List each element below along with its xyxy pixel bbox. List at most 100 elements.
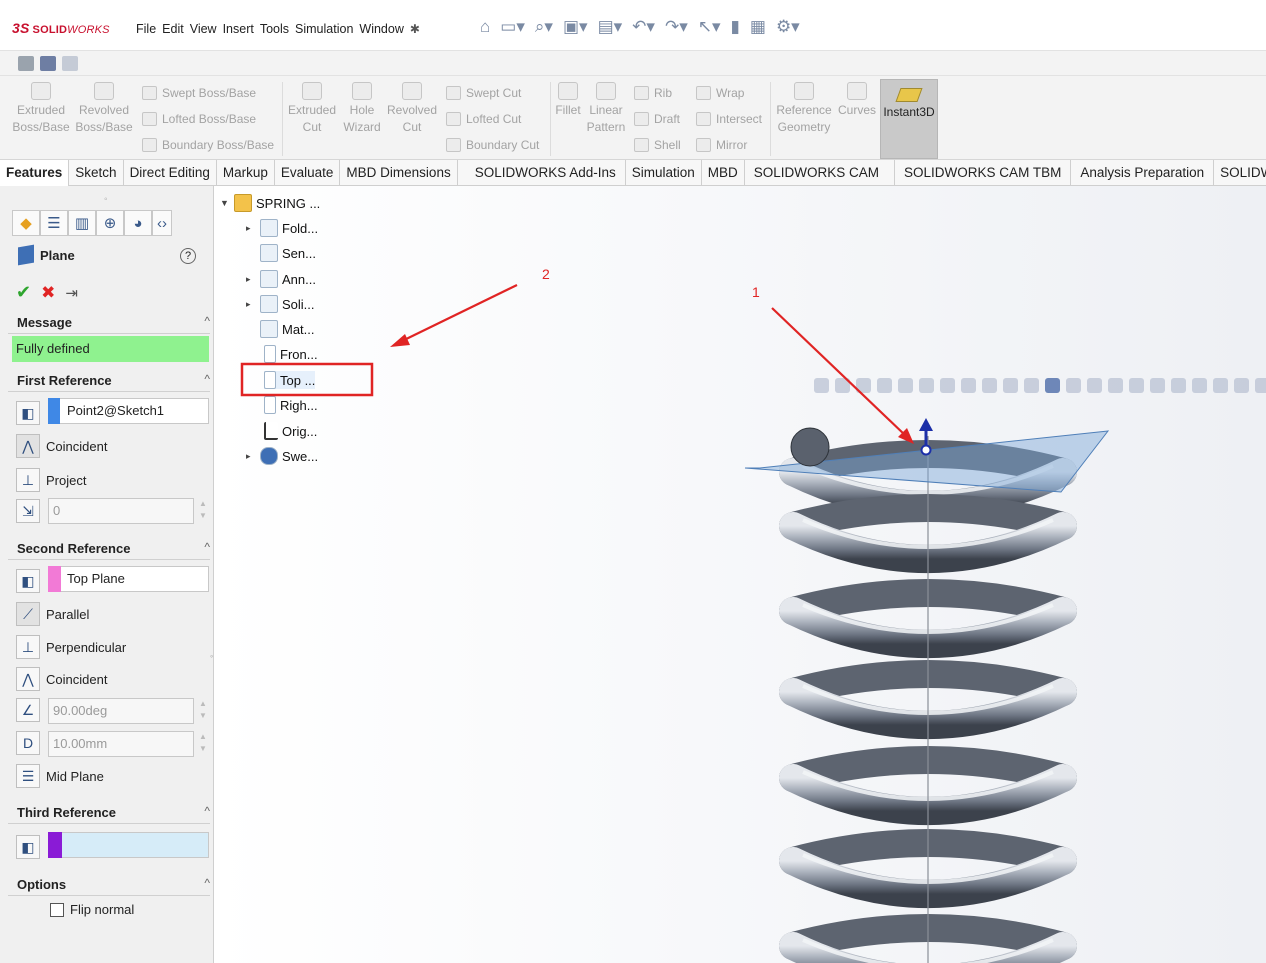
- rebuild-icon[interactable]: ▮: [731, 17, 740, 37]
- triad-move-icon[interactable]: [1045, 378, 1060, 393]
- perspective-icon[interactable]: [1171, 378, 1186, 393]
- extruded-boss-button[interactable]: Extruded Boss/Base: [12, 82, 70, 136]
- tree-item-front-plane[interactable]: Fron...: [264, 345, 318, 363]
- shell-button[interactable]: Shell: [634, 138, 681, 152]
- spring-model[interactable]: [214, 186, 1266, 963]
- first-offset-field[interactable]: 0: [48, 498, 194, 524]
- boundary-cut-button[interactable]: Boundary Cut: [446, 138, 539, 152]
- tab-sketch[interactable]: Sketch: [69, 160, 124, 186]
- menu-view[interactable]: View: [190, 22, 217, 36]
- linear-pattern-button[interactable]: Linear Pattern: [584, 82, 628, 136]
- tab-solidworks-add-ins[interactable]: SOLIDWORKS Add-Ins: [458, 160, 626, 186]
- menu-window[interactable]: Window: [359, 22, 403, 36]
- tree-item-folder[interactable]: ▸ Fold...: [246, 219, 318, 237]
- third-reference-header[interactable]: Third Reference ^: [8, 802, 210, 824]
- spin-arrows-icon[interactable]: ▲ ▼: [198, 498, 208, 524]
- view-orientation-icon[interactable]: [919, 378, 934, 393]
- zoom-area-icon[interactable]: [835, 378, 850, 393]
- collapse-icon[interactable]: ▼: [220, 198, 230, 208]
- menu-edit[interactable]: Edit: [162, 22, 184, 36]
- zoom-out-icon[interactable]: [1255, 378, 1266, 393]
- tab-evaluate[interactable]: Evaluate: [275, 160, 341, 186]
- project-option[interactable]: ⊥ Project: [16, 468, 86, 492]
- rotate-view-icon[interactable]: [1066, 378, 1081, 393]
- expand-icon[interactable]: ▸: [246, 299, 256, 310]
- apply-scene-icon[interactable]: [1003, 378, 1018, 393]
- expand-icon[interactable]: ▸: [246, 451, 256, 462]
- help-icon[interactable]: ?: [180, 248, 196, 264]
- revolved-cut-button[interactable]: Revolved Cut: [386, 82, 438, 136]
- tree-item-right-plane[interactable]: Righ...: [264, 396, 318, 414]
- instant3d-button[interactable]: Instant3D: [880, 79, 938, 159]
- section-view-icon[interactable]: [877, 378, 892, 393]
- hole-wizard-button[interactable]: Hole Wizard: [340, 82, 384, 136]
- second-reference-header[interactable]: Second Reference ^: [8, 538, 210, 560]
- reference-geometry-button[interactable]: Reference Geometry: [773, 82, 835, 136]
- collapse-caret-icon[interactable]: ^: [204, 314, 210, 328]
- shadows-icon[interactable]: [1129, 378, 1144, 393]
- new-document-icon[interactable]: ▭▾: [500, 17, 525, 37]
- select-icon[interactable]: ↖▾: [698, 17, 721, 37]
- extruded-cut-button[interactable]: Extruded Cut: [286, 82, 338, 136]
- menu-insert[interactable]: Insert: [223, 22, 254, 36]
- tree-item-sensors[interactable]: Sen...: [260, 244, 316, 262]
- swept-cut-button[interactable]: Swept Cut: [446, 86, 521, 100]
- dynamic-annotation-icon[interactable]: [898, 378, 913, 393]
- wrap-button[interactable]: Wrap: [696, 86, 744, 100]
- coincident-option[interactable]: ⋀ Coincident: [16, 434, 107, 458]
- menu-tools[interactable]: Tools: [260, 22, 289, 36]
- tree-item-top-plane[interactable]: Top ...: [264, 371, 316, 389]
- screen-capture-icon[interactable]: [40, 56, 56, 71]
- intersect-button[interactable]: Intersect: [696, 112, 762, 126]
- mid-plane-option[interactable]: ☰ Mid Plane: [16, 764, 104, 788]
- lofted-boss-button[interactable]: Lofted Boss/Base: [142, 112, 256, 126]
- first-reference-header[interactable]: First Reference ^: [8, 370, 210, 392]
- spin-arrows-icon[interactable]: ▲ ▼: [198, 731, 208, 757]
- expand-icon[interactable]: ▸: [246, 274, 256, 285]
- pin-menu-icon[interactable]: ✱: [410, 22, 420, 36]
- open-icon[interactable]: ⌕▾: [535, 17, 553, 37]
- collapse-caret-icon[interactable]: ^: [204, 876, 210, 890]
- feature-manager-tab-icon[interactable]: ◆: [12, 210, 40, 236]
- tree-root[interactable]: ▼ SPRING ...: [220, 194, 320, 212]
- collapse-caret-icon[interactable]: ^: [204, 804, 210, 818]
- checkbox-icon[interactable]: [50, 902, 64, 917]
- tree-item-annotations[interactable]: ▸ Ann...: [246, 270, 316, 288]
- save-icon[interactable]: ▣▾: [563, 17, 588, 37]
- flip-normal-checkbox[interactable]: Flip normal: [50, 902, 134, 917]
- curves-button[interactable]: Curves: [836, 82, 878, 119]
- coincident-option-2[interactable]: ⋀ Coincident: [16, 667, 107, 691]
- third-reference-field[interactable]: [48, 832, 209, 858]
- tab-solidworks-cam-tbm[interactable]: SOLIDWORKS CAM TBM: [895, 160, 1072, 186]
- graphics-area[interactable]: [214, 186, 1266, 963]
- draft-button[interactable]: Draft: [634, 112, 680, 126]
- options-header[interactable]: Options ^: [8, 874, 210, 896]
- realview-icon[interactable]: [1108, 378, 1123, 393]
- tab-direct-editing[interactable]: Direct Editing: [124, 160, 217, 186]
- ambient-occlusion-icon[interactable]: [1150, 378, 1165, 393]
- tree-item-origin[interactable]: Orig...: [264, 422, 317, 440]
- panel-grip[interactable]: ◦: [104, 194, 108, 205]
- selected-point-handle[interactable]: [920, 444, 932, 456]
- file-properties-icon[interactable]: ▦: [750, 17, 766, 37]
- options-gear-icon[interactable]: ⚙▾: [776, 17, 800, 37]
- lofted-cut-button[interactable]: Lofted Cut: [446, 112, 521, 126]
- tab-mbd[interactable]: MBD: [702, 160, 745, 186]
- camera-icon[interactable]: [18, 56, 34, 71]
- perpendicular-option[interactable]: ⊥ Perpendicular: [16, 635, 126, 659]
- parallel-option[interactable]: ⟋ Parallel: [16, 602, 89, 626]
- cartoon-icon[interactable]: [1192, 378, 1207, 393]
- collapse-caret-icon[interactable]: ^: [204, 540, 210, 554]
- more-tabs-icon[interactable]: ‹›: [152, 210, 172, 236]
- tab-solidworks-cam[interactable]: SOLIDWORKS CAM: [745, 160, 896, 186]
- boundary-boss-button[interactable]: Boundary Boss/Base: [142, 138, 274, 152]
- property-manager-tab-icon[interactable]: ☰: [40, 210, 68, 236]
- swept-boss-button[interactable]: Swept Boss/Base: [142, 86, 256, 100]
- view-settings-icon[interactable]: [1024, 378, 1039, 393]
- fillet-button[interactable]: Fillet: [553, 82, 583, 119]
- tab-features[interactable]: Features: [0, 160, 70, 186]
- undo-icon[interactable]: ↶▾: [632, 17, 655, 37]
- mirror-button[interactable]: Mirror: [696, 138, 747, 152]
- first-reference-field[interactable]: Point2@Sketch1: [48, 398, 209, 424]
- keep-visible-pin-icon[interactable]: ⇥: [65, 284, 78, 302]
